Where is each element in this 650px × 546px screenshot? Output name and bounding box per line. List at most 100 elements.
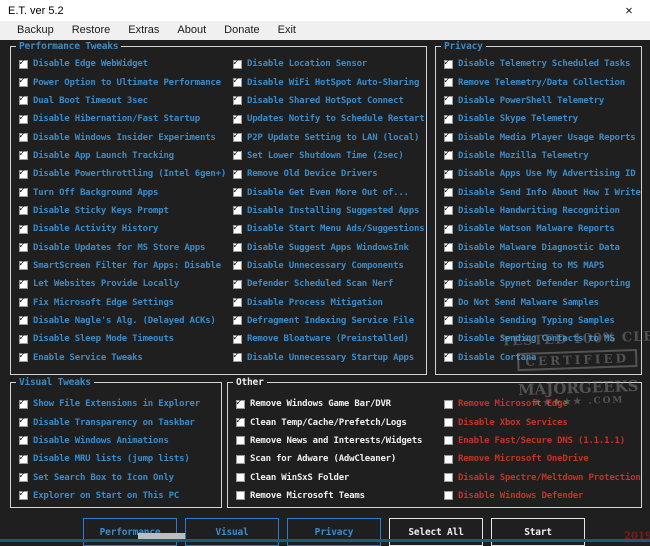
checkbox-icon[interactable]: [236, 400, 245, 409]
tweak-item[interactable]: Explorer on Start on This PC: [19, 487, 200, 505]
tweak-item[interactable]: Disable Reporting to MS MAPS: [444, 257, 641, 275]
tweak-item[interactable]: Scan for Adware (AdwCleaner): [236, 450, 422, 468]
checkbox-icon[interactable]: [233, 188, 242, 197]
checkbox-icon[interactable]: [444, 280, 453, 289]
checkbox-icon[interactable]: [236, 455, 245, 464]
checkbox-icon[interactable]: [19, 280, 28, 289]
tweak-item[interactable]: Disable Edge WebWidget: [19, 55, 226, 73]
tweak-item[interactable]: Clean Temp/Cache/Prefetch/Logs: [236, 413, 422, 431]
checkbox-icon[interactable]: [19, 316, 28, 325]
checkbox-icon[interactable]: [19, 418, 28, 427]
checkbox-icon[interactable]: [444, 335, 453, 344]
tweak-item[interactable]: Remove Microsoft Teams: [236, 487, 422, 505]
tweak-item[interactable]: Disable Hibernation/Fast Startup: [19, 110, 226, 128]
tweak-item[interactable]: Power Option to Ultimate Performance: [19, 73, 226, 91]
checkbox-icon[interactable]: [444, 436, 453, 445]
checkbox-icon[interactable]: [19, 335, 28, 344]
checkbox-icon[interactable]: [233, 335, 242, 344]
checkbox-icon[interactable]: [233, 170, 242, 179]
menu-item[interactable]: Donate: [215, 21, 268, 40]
tweak-item[interactable]: Disable Handwriting Recognition: [444, 202, 641, 220]
checkbox-icon[interactable]: [444, 133, 453, 142]
checkbox-icon[interactable]: [444, 473, 453, 482]
checkbox-icon[interactable]: [444, 418, 453, 427]
checkbox-icon[interactable]: [233, 316, 242, 325]
tweak-item[interactable]: Disable MRU lists (jump lists): [19, 450, 200, 468]
checkbox-icon[interactable]: [19, 115, 28, 124]
tweak-item[interactable]: Disable Skype Telemetry: [444, 110, 641, 128]
checkbox-icon[interactable]: [233, 298, 242, 307]
tweak-item[interactable]: Disable Nagle's Alg. (Delayed ACKs): [19, 312, 226, 330]
menu-item[interactable]: Backup: [8, 21, 63, 40]
checkbox-icon[interactable]: [233, 60, 242, 69]
tweak-item[interactable]: SmartScreen Filter for Apps: Disable: [19, 257, 226, 275]
tweak-item[interactable]: Remove Microsoft OneDrive: [444, 450, 641, 468]
tweak-item[interactable]: Disable Telemetry Scheduled Tasks: [444, 55, 641, 73]
checkbox-icon[interactable]: [19, 206, 28, 215]
checkbox-icon[interactable]: [19, 261, 28, 270]
checkbox-icon[interactable]: [444, 316, 453, 325]
tweak-item[interactable]: Fix Microsoft Edge Settings: [19, 293, 226, 311]
checkbox-icon[interactable]: [233, 243, 242, 252]
checkbox-icon[interactable]: [444, 298, 453, 307]
tweak-item[interactable]: Disable Shared HotSpot Connect: [233, 92, 424, 110]
checkbox-icon[interactable]: [19, 400, 28, 409]
checkbox-icon[interactable]: [236, 436, 245, 445]
checkbox-icon[interactable]: [236, 473, 245, 482]
tweak-item[interactable]: Set Lower Shutdown Time (2sec): [233, 147, 424, 165]
checkbox-icon[interactable]: [19, 60, 28, 69]
checkbox-icon[interactable]: [19, 133, 28, 142]
tweak-item[interactable]: Disable Location Sensor: [233, 55, 424, 73]
menu-item[interactable]: Extras: [119, 21, 168, 40]
checkbox-icon[interactable]: [19, 225, 28, 234]
checkbox-icon[interactable]: [19, 455, 28, 464]
checkbox-icon[interactable]: [444, 243, 453, 252]
checkbox-icon[interactable]: [19, 243, 28, 252]
tweak-item[interactable]: Disable Process Mitigation: [233, 293, 424, 311]
checkbox-icon[interactable]: [19, 353, 28, 362]
tweak-item[interactable]: Defragment Indexing Service File: [233, 312, 424, 330]
tweak-item[interactable]: Disable Suggest Apps WindowsInk: [233, 238, 424, 256]
tweak-item[interactable]: Disable Malware Diagnostic Data: [444, 238, 641, 256]
tweak-item[interactable]: Disable Windows Defender: [444, 487, 641, 505]
checkbox-icon[interactable]: [19, 151, 28, 160]
tweak-item[interactable]: Disable Mozilla Telemetry: [444, 147, 641, 165]
checkbox-icon[interactable]: [19, 436, 28, 445]
checkbox-icon[interactable]: [444, 400, 453, 409]
close-icon[interactable]: ✕: [608, 0, 650, 21]
tweak-item[interactable]: Disable Start Menu Ads/Suggestions: [233, 220, 424, 238]
checkbox-icon[interactable]: [444, 491, 453, 500]
tweak-item[interactable]: Disable Sticky Keys Prompt: [19, 202, 226, 220]
checkbox-icon[interactable]: [444, 115, 453, 124]
tweak-item[interactable]: Remove Bloatware (Preinstalled): [233, 330, 424, 348]
checkbox-icon[interactable]: [444, 78, 453, 87]
checkbox-icon[interactable]: [444, 353, 453, 362]
checkbox-icon[interactable]: [444, 206, 453, 215]
checkbox-icon[interactable]: [444, 225, 453, 234]
checkbox-icon[interactable]: [19, 473, 28, 482]
checkbox-icon[interactable]: [233, 78, 242, 87]
checkbox-icon[interactable]: [19, 491, 28, 500]
menu-item[interactable]: About: [168, 21, 215, 40]
checkbox-icon[interactable]: [444, 151, 453, 160]
menu-item[interactable]: Exit: [269, 21, 305, 40]
checkbox-icon[interactable]: [19, 188, 28, 197]
checkbox-icon[interactable]: [444, 455, 453, 464]
checkbox-icon[interactable]: [19, 78, 28, 87]
tweak-item[interactable]: Disable Cortana: [444, 349, 641, 367]
checkbox-icon[interactable]: [444, 261, 453, 270]
tweak-item[interactable]: Clean WinSxS Folder: [236, 468, 422, 486]
tweak-item[interactable]: Disable Windows Animations: [19, 432, 200, 450]
checkbox-icon[interactable]: [233, 96, 242, 105]
checkbox-icon[interactable]: [233, 280, 242, 289]
tweak-item[interactable]: Disable Sending Typing Samples: [444, 312, 641, 330]
tweak-item[interactable]: Show File Extensions in Explorer: [19, 395, 200, 413]
tweak-item[interactable]: Disable Sending Contacts to MS: [444, 330, 641, 348]
tweak-item[interactable]: Remove Microsoft Edge: [444, 395, 641, 413]
tweak-item[interactable]: Disable WiFi HotSpot Auto-Sharing: [233, 73, 424, 91]
tweak-item[interactable]: Disable Watson Malware Reports: [444, 220, 641, 238]
checkbox-icon[interactable]: [444, 96, 453, 105]
tweak-item[interactable]: Disable Get Even More Out of...: [233, 183, 424, 201]
tweak-item[interactable]: Enable Fast/Secure DNS (1.1.1.1): [444, 432, 641, 450]
tweak-item[interactable]: Disable Updates for MS Store Apps: [19, 238, 226, 256]
